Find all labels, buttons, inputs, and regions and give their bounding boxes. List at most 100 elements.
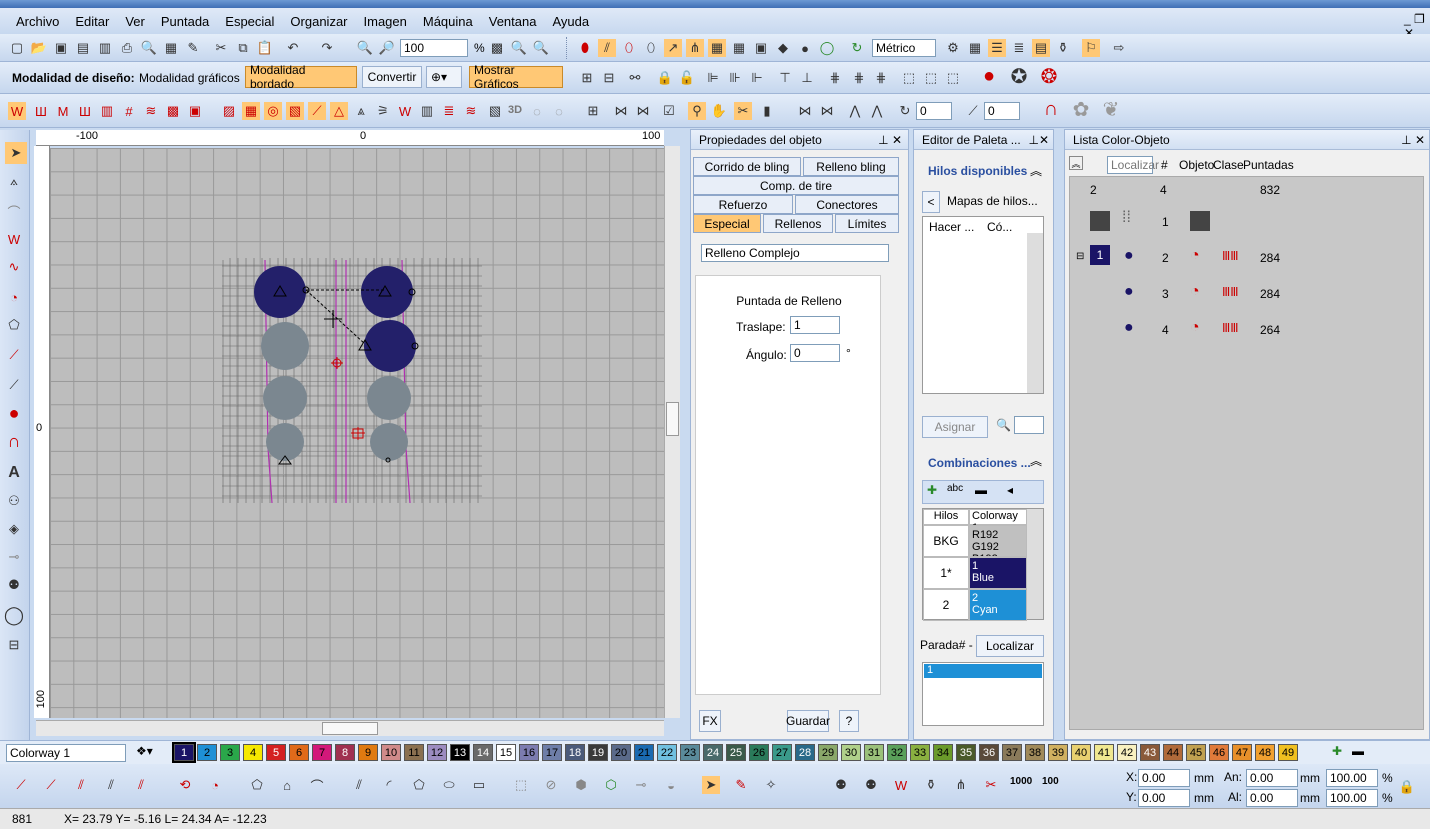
menu-item[interactable]: Imagen: [364, 14, 407, 29]
color-swatch[interactable]: 40: [1071, 744, 1091, 761]
size2-icon[interactable]: ⬚: [922, 69, 940, 87]
travel-icon[interactable]: ✎: [732, 776, 750, 794]
x-input[interactable]: 0.00: [1138, 769, 1190, 787]
slant-icon[interactable]: ⟋: [964, 102, 982, 120]
grid-scroll[interactable]: [1027, 509, 1043, 619]
fabric-icon[interactable]: ◆: [774, 39, 792, 57]
menu-item[interactable]: Máquina: [423, 14, 473, 29]
color-swatch[interactable]: 22: [657, 744, 677, 761]
palette-editor-icon[interactable]: ▤: [1032, 39, 1050, 57]
shape-c-icon[interactable]: ⌒: [308, 776, 326, 794]
artwork-icon[interactable]: ⬯: [642, 39, 660, 57]
wave-fill-icon[interactable]: ≋: [142, 102, 160, 120]
color-swatch[interactable]: 28: [795, 744, 815, 761]
color-swatch[interactable]: 23: [680, 744, 700, 761]
tab-connectors[interactable]: Conectores: [795, 195, 899, 214]
tab-underlay[interactable]: Refuerzo: [693, 195, 793, 214]
program-split-icon[interactable]: M: [54, 102, 72, 120]
3d-button[interactable]: 3D: [508, 104, 522, 116]
select-arrow-icon[interactable]: ➤: [5, 142, 27, 164]
pie-tool-icon[interactable]: ◔: [5, 288, 23, 306]
redo-icon[interactable]: ↷: [318, 39, 336, 57]
appliqué-icon[interactable]: ⬚: [512, 776, 530, 794]
space-icon[interactable]: ⋕: [850, 69, 868, 87]
shape-icon[interactable]: ✿: [1072, 99, 1090, 121]
color-swatch[interactable]: 42: [1117, 744, 1137, 761]
print-icon[interactable]: ⎙: [118, 39, 136, 57]
globe-dropdown[interactable]: ⊕▾: [426, 66, 462, 88]
align-center-icon[interactable]: ⊪: [726, 69, 744, 87]
search-icon[interactable]: 🔍: [996, 418, 1011, 432]
polygon-icon[interactable]: ⬠: [410, 776, 428, 794]
color-swatch[interactable]: 38: [1025, 744, 1045, 761]
pen-tool-icon[interactable]: ⬠: [5, 316, 23, 334]
tab-fills[interactable]: Rellenos: [763, 214, 833, 233]
fx-button[interactable]: FX: [699, 710, 721, 732]
artwork-thumb-icon[interactable]: [1090, 211, 1110, 231]
abc-icon[interactable]: abc: [947, 483, 963, 494]
overlap-input[interactable]: 1: [790, 316, 840, 334]
object-tree[interactable]: 2 4 832 ⁞⁞ 1 ⊟ 1 ● 2 ◔ ⅢⅢ 284 ● 3 ◔ ⅢⅢ 2…: [1069, 176, 1424, 730]
stop-list[interactable]: 1: [922, 662, 1044, 726]
color-swatch[interactable]: 41: [1094, 744, 1114, 761]
color-swatch[interactable]: 12: [427, 744, 447, 761]
color-swatch[interactable]: 15: [496, 744, 516, 761]
line-tool-icon[interactable]: ⟋: [5, 346, 23, 364]
effect9-icon[interactable]: W: [396, 102, 414, 120]
prev-arrow-icon[interactable]: ◂: [1007, 483, 1013, 497]
stop-list-item[interactable]: 1: [924, 664, 1042, 678]
reshape-tool-icon[interactable]: ⟑: [5, 172, 23, 190]
trim-icon[interactable]: ✂: [734, 102, 752, 120]
menu-item[interactable]: Especial: [225, 14, 274, 29]
image-icon[interactable]: ▣: [752, 39, 770, 57]
show-stitches-icon[interactable]: ⬮: [576, 39, 594, 57]
color-swatch[interactable]: 32: [887, 744, 907, 761]
fill-type-select[interactable]: Relleno Complejo: [701, 244, 889, 262]
lock-proportion-icon[interactable]: 🔒: [1398, 778, 1416, 796]
color-swatch[interactable]: 47: [1232, 744, 1252, 761]
height-input[interactable]: 0.00: [1246, 789, 1298, 807]
layout-icon[interactable]: ▦: [966, 39, 984, 57]
color-swatch[interactable]: 44: [1163, 744, 1183, 761]
menu-item[interactable]: Editar: [75, 14, 109, 29]
ring-icon[interactable]: ❂: [1040, 66, 1058, 88]
shape-b-icon[interactable]: ⌂: [278, 776, 296, 794]
oc-icon[interactable]: ⊘: [542, 776, 560, 794]
menu-item[interactable]: Ventana: [489, 14, 537, 29]
color-swatch[interactable]: 39: [1048, 744, 1068, 761]
color-swatch[interactable]: 35: [956, 744, 976, 761]
color-swatch[interactable]: 17: [542, 744, 562, 761]
color-swatch[interactable]: 45: [1186, 744, 1206, 761]
space2-icon[interactable]: ⋕: [872, 69, 890, 87]
paste-icon[interactable]: 📋: [256, 39, 274, 57]
slant-angle-input[interactable]: 0: [984, 102, 1020, 120]
step-100-button[interactable]: 100: [1042, 776, 1059, 787]
help-button[interactable]: ?: [839, 710, 859, 732]
add-combo-icon[interactable]: ✚: [927, 483, 937, 497]
size3-icon[interactable]: ⬚: [944, 69, 962, 87]
zoom-box-icon[interactable]: 🔎: [378, 39, 396, 57]
tab-bling-run[interactable]: Corrido de bling: [693, 157, 801, 176]
effect8-icon[interactable]: ⚞: [374, 102, 392, 120]
menu-item[interactable]: Puntada: [161, 14, 209, 29]
monogram-tool-icon[interactable]: ⚇: [5, 492, 23, 510]
mirror2-icon[interactable]: ⋈: [818, 102, 836, 120]
color-list-icon[interactable]: ☰: [988, 39, 1006, 57]
copy-icon[interactable]: ⧉: [234, 39, 252, 57]
unlock-icon[interactable]: 🔓: [678, 69, 696, 87]
color-swatch[interactable]: 7: [312, 744, 332, 761]
cut-icon[interactable]: ✂: [212, 39, 230, 57]
undo-icon[interactable]: ↶: [284, 39, 302, 57]
needle-tool-icon[interactable]: ⊸: [5, 548, 23, 566]
color-swatch[interactable]: 37: [1002, 744, 1022, 761]
color-swatch[interactable]: 26: [749, 744, 769, 761]
menu-item[interactable]: Ayuda: [552, 14, 589, 29]
satin-tool-icon[interactable]: W: [5, 230, 23, 248]
sequence-icon[interactable]: ≣: [1010, 39, 1028, 57]
sequin-fill-icon[interactable]: ▣: [186, 102, 204, 120]
select-icon[interactable]: ➤: [702, 776, 720, 794]
color-step-icon[interactable]: ⚱: [922, 776, 940, 794]
pause-icon[interactable]: ▮: [758, 102, 776, 120]
object-props-icon[interactable]: ⚐: [1082, 39, 1100, 57]
color-swatch[interactable]: 8: [335, 744, 355, 761]
